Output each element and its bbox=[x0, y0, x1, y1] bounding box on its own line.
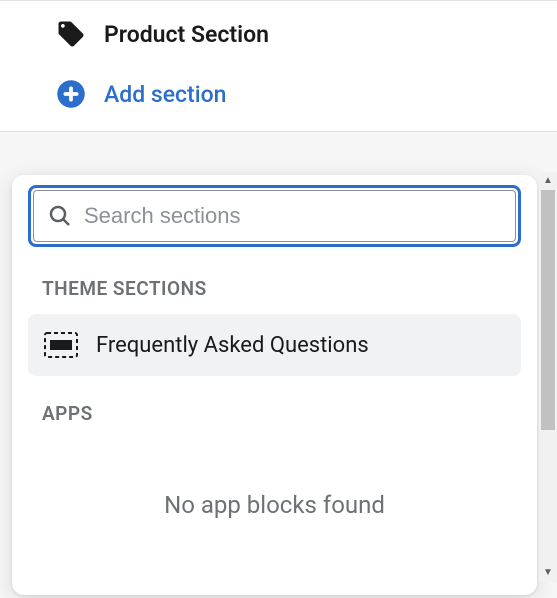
plus-circle-icon bbox=[56, 79, 86, 109]
section-block-icon bbox=[44, 332, 78, 358]
scrollbar-down-button[interactable]: ▼ bbox=[539, 564, 557, 582]
sections-list: Product Section Add section bbox=[0, 0, 557, 132]
group-header-theme: THEME SECTIONS bbox=[12, 277, 537, 314]
empty-message: No app blocks found bbox=[12, 491, 537, 519]
search-field-container[interactable] bbox=[33, 190, 516, 242]
search-focus-ring bbox=[28, 185, 521, 247]
apps-empty-state: No app blocks found bbox=[12, 439, 537, 519]
scrollbar-thumb[interactable] bbox=[541, 190, 555, 430]
section-option-faq[interactable]: Frequently Asked Questions bbox=[28, 314, 521, 376]
chevron-up-icon: ▲ bbox=[543, 176, 553, 186]
section-option-label: Frequently Asked Questions bbox=[96, 333, 369, 358]
add-section-label: Add section bbox=[104, 81, 226, 108]
group-header-apps: APPS bbox=[12, 402, 537, 439]
section-picker-panel: THEME SECTIONS Frequently Asked Question… bbox=[12, 175, 537, 595]
scrollbar[interactable]: ▲ ▼ bbox=[539, 172, 557, 582]
scrollbar-up-button[interactable]: ▲ bbox=[539, 172, 557, 190]
section-row-product[interactable]: Product Section bbox=[0, 1, 557, 67]
search-input[interactable] bbox=[84, 203, 501, 229]
search-icon bbox=[48, 204, 72, 228]
tag-icon bbox=[56, 19, 86, 49]
chevron-down-icon: ▼ bbox=[543, 568, 553, 578]
add-section-button[interactable]: Add section bbox=[0, 67, 557, 131]
section-title: Product Section bbox=[104, 21, 269, 48]
